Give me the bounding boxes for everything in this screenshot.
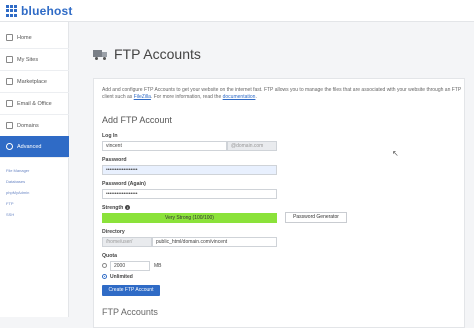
password-label: Password xyxy=(102,157,127,163)
strength-meter: Very Strong (100/100) xyxy=(102,213,277,223)
sidebar-item-label: Marketplace xyxy=(17,78,47,85)
sidebar-item-label: Home xyxy=(17,34,32,41)
sidebar-item-label: Email & Office xyxy=(17,100,52,107)
documentation-link[interactable]: documentation xyxy=(223,94,256,100)
logo-grid-icon xyxy=(6,5,18,17)
wordpress-icon xyxy=(6,56,13,63)
quota-unlimited-radio[interactable] xyxy=(102,274,107,279)
strength-label: Strength xyxy=(102,205,124,211)
ftp-accounts-list-title: FTP Accounts xyxy=(102,307,158,317)
subnav-ftp[interactable]: FTP xyxy=(6,201,14,206)
sidebar-item-marketplace[interactable]: Marketplace xyxy=(0,71,69,93)
password-generator-button[interactable]: Password Generator xyxy=(285,212,347,223)
subnav-file-manager[interactable]: File Manager xyxy=(6,168,29,173)
quota-unit: MB xyxy=(154,263,162,269)
intro-text-mid: . For more information, read the xyxy=(150,94,223,100)
mouse-cursor-icon: ↖ xyxy=(392,149,399,158)
strength-label-row: Strength i xyxy=(102,205,131,211)
sidebar-item-label: Advanced xyxy=(17,143,42,150)
page-title: FTP Accounts xyxy=(114,46,201,62)
subnav-databases[interactable]: Databases xyxy=(6,179,25,184)
directory-input[interactable]: public_html/domain.com/vincent xyxy=(152,237,277,247)
globe-icon xyxy=(6,122,13,129)
gear-icon xyxy=(6,143,13,150)
quota-label: Quota xyxy=(102,253,117,259)
sidebar: Home My Sites Marketplace Email & Office… xyxy=(0,22,69,317)
subnav-phpmyadmin[interactable]: phpMyAdmin xyxy=(6,190,29,195)
directory-prefix: /home/user/ xyxy=(102,237,152,247)
store-icon xyxy=(6,78,13,85)
sidebar-item-advanced[interactable]: Advanced xyxy=(0,136,69,158)
sidebar-item-domains[interactable]: Domains xyxy=(0,115,69,137)
unlimited-label: Unlimited xyxy=(110,274,133,280)
brand-name: bluehost xyxy=(21,4,73,18)
create-ftp-account-button[interactable]: Create FTP Account xyxy=(102,285,160,296)
password-input[interactable]: •••••••••••••••••• xyxy=(102,165,277,175)
intro-text: Add and configure FTP Accounts to get yo… xyxy=(102,87,462,101)
add-ftp-title: Add FTP Account xyxy=(102,115,172,125)
password-again-label: Password (Again) xyxy=(102,181,146,187)
ftp-truck-icon xyxy=(93,49,108,60)
password-again-input[interactable]: •••••••••••••••••• xyxy=(102,189,277,199)
home-icon xyxy=(6,34,13,41)
filezilla-link[interactable]: FileZilla xyxy=(134,94,151,100)
quota-limited-radio[interactable] xyxy=(102,263,107,268)
sidebar-item-home[interactable]: Home xyxy=(0,27,69,49)
intro-text-end: . xyxy=(255,94,257,100)
info-icon[interactable]: i xyxy=(125,205,131,211)
sidebar-item-label: My Sites xyxy=(17,56,39,63)
subnav-ssh[interactable]: SSH xyxy=(6,212,14,217)
top-bar: bluehost xyxy=(0,0,474,22)
directory-label: Directory xyxy=(102,229,125,235)
ftp-panel: Add and configure FTP Accounts to get yo… xyxy=(93,78,465,328)
login-input[interactable]: vincent xyxy=(102,141,227,151)
sidebar-item-label: Domains xyxy=(17,122,39,129)
page-header: FTP Accounts xyxy=(93,46,201,62)
quota-input[interactable]: 2000 xyxy=(110,261,150,271)
bluehost-logo[interactable]: bluehost xyxy=(6,4,73,18)
mail-icon xyxy=(6,100,13,107)
sidebar-item-email-office[interactable]: Email & Office xyxy=(0,93,69,115)
main-content: FTP Accounts Add and configure FTP Accou… xyxy=(69,22,474,328)
login-label: Log In xyxy=(102,133,118,139)
sidebar-item-my-sites[interactable]: My Sites xyxy=(0,49,69,71)
login-domain-select[interactable]: @domain.com xyxy=(227,141,277,151)
